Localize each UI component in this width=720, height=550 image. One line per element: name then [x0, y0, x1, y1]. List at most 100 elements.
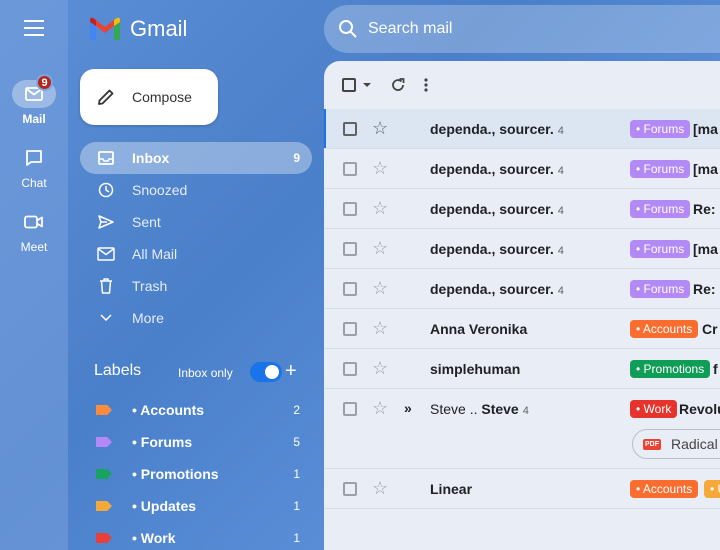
thread-count: 4: [522, 405, 529, 417]
mail-sender: dependa., sourcer. 4: [430, 160, 564, 177]
mail-row[interactable]: ☆ dependa., sourcer.4 • Forums Re: [: [324, 189, 720, 229]
rail-item-chat[interactable]: Chat: [0, 144, 68, 190]
nav-item-sent[interactable]: Sent: [80, 206, 312, 238]
refresh-button[interactable]: [390, 77, 406, 93]
mail-row[interactable]: ☆ simplehuman • Promotions f: [324, 349, 720, 389]
rail-label-chat: Chat: [21, 176, 47, 190]
label-chip[interactable]: • Promotions: [630, 359, 711, 378]
mail-sender: simplehuman: [430, 360, 521, 377]
mail-subject: Re: [: [693, 280, 720, 297]
inbox-only-toggle[interactable]: [250, 362, 282, 382]
row-checkbox[interactable]: [343, 201, 357, 216]
add-label-icon[interactable]: +: [285, 360, 297, 383]
select-all-checkbox[interactable]: [342, 78, 372, 92]
label-chip[interactable]: • Forums: [630, 119, 691, 138]
label-chip[interactable]: • Work: [630, 400, 678, 418]
mail-row[interactable]: ☆ » Steve .. Steve4 • Work Revolu PDF Rad…: [324, 389, 720, 469]
important-marker-icon[interactable]: »: [404, 400, 412, 416]
star-icon[interactable]: ☆: [372, 318, 388, 339]
rail-label-mail: Mail: [22, 112, 46, 126]
gmail-logo[interactable]: Gmail: [88, 16, 187, 42]
nav-item-inbox[interactable]: Inbox 9: [80, 142, 312, 174]
label-chip[interactable]: • U: [704, 479, 720, 498]
label-tag-icon: [96, 437, 112, 447]
row-checkbox[interactable]: [343, 481, 357, 496]
mail-subject: Revolu: [679, 401, 720, 417]
nav-item-snoozed[interactable]: Snoozed: [80, 174, 312, 206]
label-chip[interactable]: • Accounts: [630, 319, 699, 338]
chevron-down-icon: [100, 314, 112, 322]
nav-label: Trash: [132, 278, 168, 294]
thread-count: 4: [557, 164, 564, 177]
mail-list: ☆ dependa., sourcer. 4 • Forums [ma ☆ dep…: [324, 61, 720, 550]
mail-sender: dependa., sourcer. 4: [430, 240, 564, 257]
label-chip[interactable]: • Forums: [630, 239, 691, 258]
attachment-chip[interactable]: PDF Radical A: [632, 429, 720, 459]
inbox-icon: [98, 151, 114, 165]
pdf-icon: PDF: [643, 438, 661, 450]
mail-row[interactable]: ☆ dependa., sourcer.4 • Forums Re: [: [324, 269, 720, 309]
nav-label: Inbox: [132, 150, 170, 166]
mail-row[interactable]: ☆ Linear • Accounts • U: [324, 469, 720, 509]
inbox-count: 9: [293, 151, 300, 165]
mail-subject: Cr: [702, 320, 718, 337]
star-icon[interactable]: ☆: [372, 358, 388, 379]
label-tag-icon: [96, 469, 112, 479]
mail-row[interactable]: ☆ Anna Veronika • Accounts Cr: [324, 309, 720, 349]
thread-count: 4: [557, 284, 564, 297]
row-checkbox[interactable]: [343, 241, 357, 256]
row-checkbox[interactable]: [343, 361, 357, 376]
nav-item-more[interactable]: More: [80, 302, 312, 334]
label-item-updates[interactable]: • Updates 1: [96, 494, 306, 518]
mail-row[interactable]: ☆ dependa., sourcer. 4 • Forums [ma: [324, 109, 720, 149]
search-bar[interactable]: Search mail: [324, 5, 720, 53]
star-icon[interactable]: ☆: [372, 198, 388, 219]
row-checkbox[interactable]: [343, 321, 357, 336]
main-menu-icon[interactable]: [24, 20, 44, 36]
star-icon[interactable]: ☆: [372, 238, 388, 259]
video-camera-icon: [24, 215, 43, 229]
mail-sender: Linear: [430, 480, 473, 497]
row-checkbox[interactable]: [343, 161, 357, 176]
mail-sender: dependa., sourcer. 4: [430, 200, 564, 217]
thread-count: 4: [557, 124, 564, 137]
row-checkbox[interactable]: [343, 402, 357, 416]
label-chip[interactable]: • Forums: [630, 279, 691, 298]
star-icon[interactable]: ☆: [372, 478, 388, 499]
label-item-accounts[interactable]: • Accounts 2: [96, 398, 306, 422]
label-count: 5: [293, 435, 300, 449]
nav-item-all-mail[interactable]: All Mail: [80, 238, 312, 270]
label-chip[interactable]: • Forums: [630, 199, 691, 218]
mail-subject: [ma: [693, 240, 718, 257]
mail-row[interactable]: ☆ dependa., sourcer. 4 • Forums [ma: [324, 149, 720, 189]
compose-button[interactable]: Compose: [80, 69, 218, 125]
label-name: • Accounts: [132, 402, 205, 418]
mail-sender: dependa., sourcer. 4: [430, 120, 564, 137]
row-checkbox[interactable]: [343, 121, 357, 136]
caret-down-icon: [363, 83, 371, 87]
label-item-promotions[interactable]: • Promotions 1: [96, 462, 306, 486]
rail-item-meet[interactable]: Meet: [0, 208, 68, 254]
rail-item-mail[interactable]: 9 Mail: [0, 74, 68, 126]
thread-count: 4: [557, 244, 564, 257]
rail-label-meet: Meet: [20, 240, 48, 254]
inbox-only-label: Inbox only: [178, 366, 233, 380]
nav-item-trash[interactable]: Trash: [80, 270, 312, 302]
mail-sender: dependa., sourcer. 4: [430, 280, 564, 297]
row-checkbox[interactable]: [343, 281, 357, 296]
star-icon[interactable]: ☆: [372, 278, 388, 299]
nav-label: Sent: [132, 214, 161, 230]
label-item-forums[interactable]: • Forums 5: [96, 430, 306, 454]
label-chip[interactable]: • Accounts: [630, 479, 699, 498]
label-count: 1: [293, 467, 300, 481]
search-input[interactable]: Search mail: [368, 20, 452, 38]
more-options-button[interactable]: [424, 78, 428, 92]
star-icon[interactable]: ☆: [372, 398, 388, 419]
star-icon[interactable]: ☆: [372, 118, 388, 139]
mail-row[interactable]: ☆ dependa., sourcer. 4 • Forums [ma: [324, 229, 720, 269]
chat-icon: [26, 150, 42, 166]
label-item-work[interactable]: • Work 1: [96, 526, 306, 550]
label-chip[interactable]: • Forums: [630, 159, 691, 178]
refresh-icon: [392, 78, 405, 91]
star-icon[interactable]: ☆: [372, 158, 388, 179]
